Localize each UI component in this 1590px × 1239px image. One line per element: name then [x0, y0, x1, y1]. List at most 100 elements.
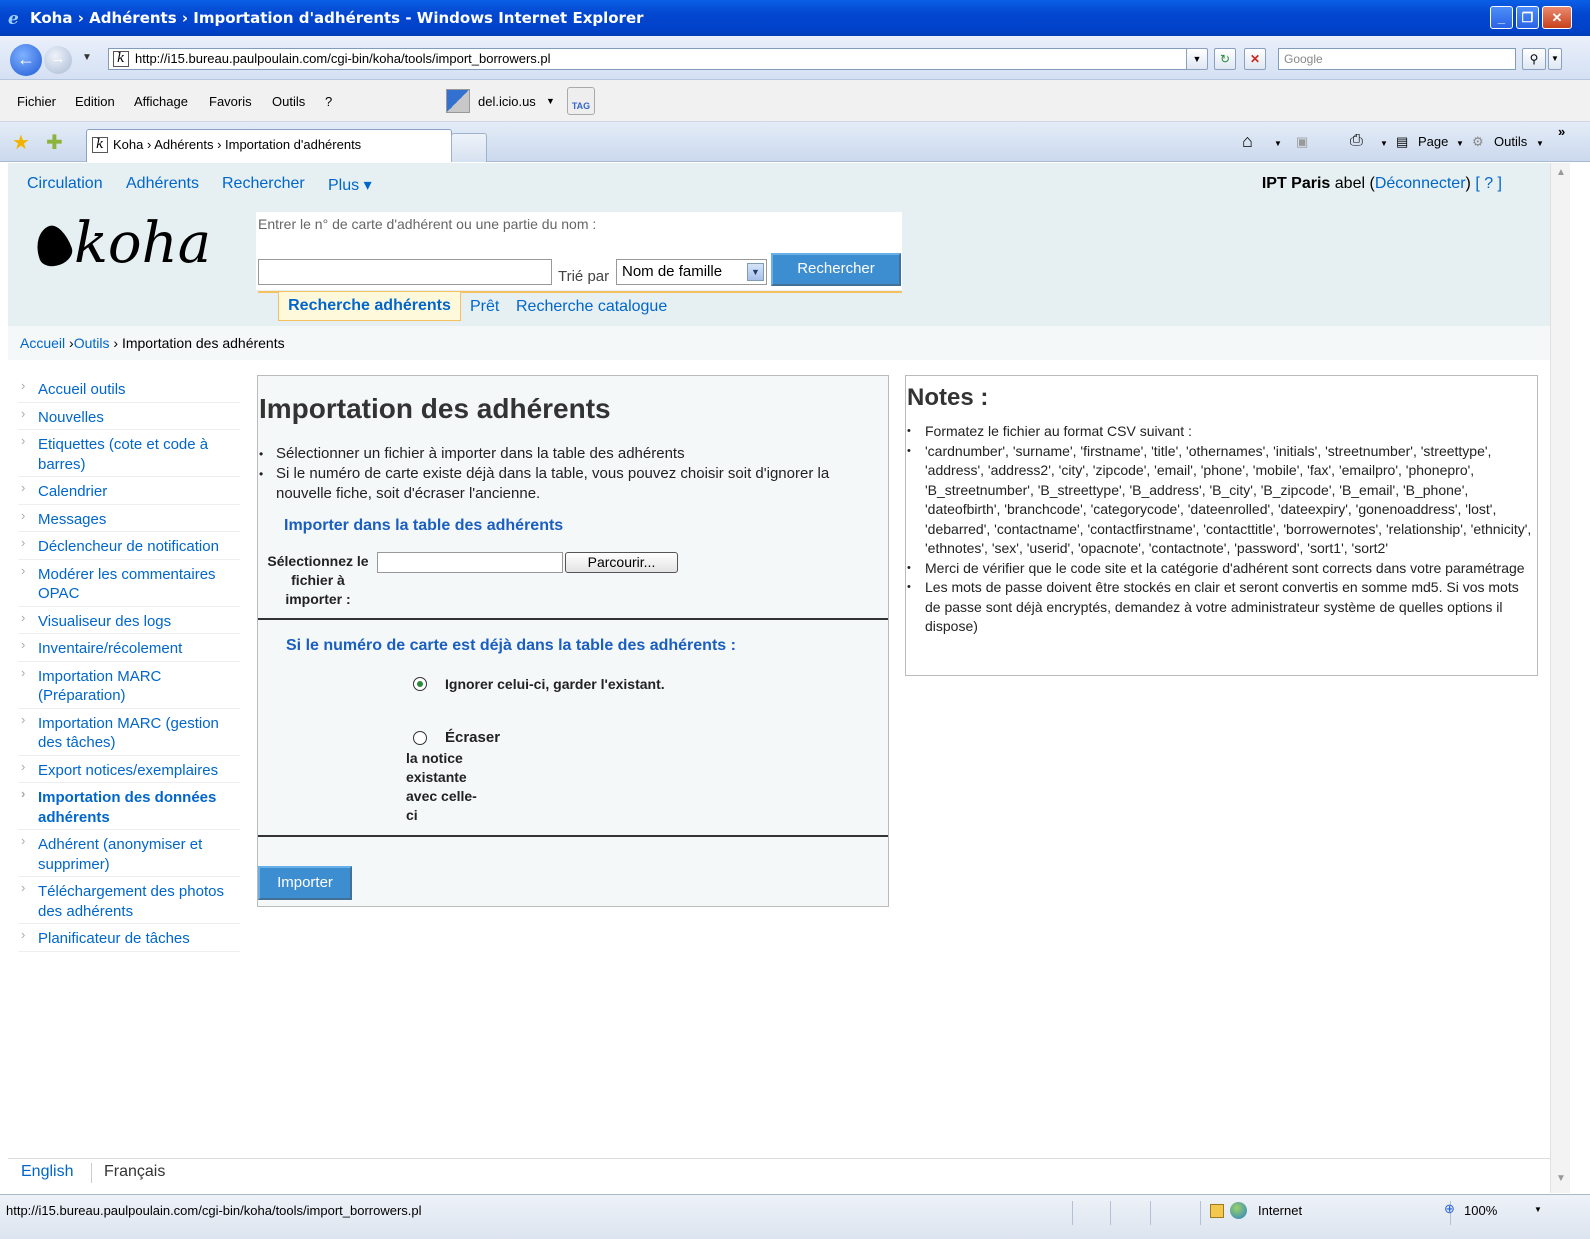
home-dropdown-icon[interactable]: ▼ — [1274, 139, 1282, 148]
tab-koha[interactable]: k Koha › Adhérents › Importation d'adhér… — [86, 129, 452, 162]
star-icon[interactable]: ★ — [12, 130, 30, 155]
instruction-item: Si le numéro de carte existe déjà dans l… — [259, 464, 879, 504]
stop-icon[interactable]: ✕ — [1244, 48, 1266, 70]
tab-recherche-adherents[interactable]: Recherche adhérents — [278, 292, 461, 321]
file-input[interactable] — [377, 552, 563, 573]
address-toolbar: ← → ▼ k http://i15.bureau.paulpoulain.co… — [0, 36, 1590, 80]
ignore-radio-label[interactable]: Ignorer celui-ci, garder l'existant. — [445, 676, 665, 692]
menu-edition[interactable]: Edition — [75, 94, 115, 109]
url-field[interactable]: k http://i15.bureau.paulpoulain.com/cgi-… — [108, 48, 1205, 70]
minimize-button[interactable]: _ — [1490, 6, 1513, 29]
print-dropdown-icon[interactable]: ▼ — [1380, 139, 1388, 148]
nav-adherents[interactable]: Adhérents — [126, 175, 199, 193]
sidebar-item-etiquettes[interactable]: Etiquettes (cote et code à barres) — [18, 431, 240, 477]
language-footer — [8, 1158, 1550, 1194]
vertical-scrollbar[interactable]: ▲ ▼ — [1550, 163, 1570, 1193]
menu-affichage[interactable]: Affichage — [134, 94, 188, 109]
menu-outils[interactable]: Outils — [272, 94, 305, 109]
sidebar-item-messages[interactable]: Messages — [18, 506, 240, 532]
forward-button[interactable]: → — [44, 46, 72, 74]
ignore-radio[interactable] — [413, 677, 427, 691]
language-english[interactable]: English — [21, 1163, 73, 1181]
page-menu[interactable]: Page — [1418, 134, 1448, 149]
zoom-icon: ⊕ — [1444, 1201, 1455, 1216]
patron-search-input[interactable] — [258, 259, 552, 285]
maximize-button[interactable]: ❐ — [1516, 6, 1539, 29]
url-dropdown-button[interactable]: ▼ — [1186, 48, 1208, 70]
overwrite-radio-label[interactable]: Écraser — [445, 729, 500, 746]
refresh-icon[interactable]: ↻ — [1214, 48, 1236, 70]
koha-logo[interactable]: koha — [30, 211, 211, 276]
home-icon[interactable]: ⌂ — [1242, 131, 1253, 152]
breadcrumb-accueil[interactable]: Accueil — [20, 335, 65, 351]
tab-recherche-catalogue[interactable]: Recherche catalogue — [516, 298, 667, 316]
close-button[interactable]: ✕ — [1542, 6, 1572, 29]
feeds-icon[interactable]: ▣ — [1296, 134, 1308, 150]
notes-list: Formatez le fichier au format CSV suivan… — [907, 422, 1533, 637]
note-item: Merci de vérifier que le code site et la… — [907, 559, 1533, 579]
overwrite-radio[interactable] — [413, 731, 427, 745]
sidebar-item-photos[interactable]: Téléchargement des photos des adhérents — [18, 878, 240, 924]
nav-rechercher[interactable]: Rechercher — [222, 175, 305, 193]
sidebar-item-anonymiser[interactable]: Adhérent (anonymiser et supprimer) — [18, 831, 240, 877]
back-button[interactable]: ← — [10, 44, 42, 76]
nav-circulation[interactable]: Circulation — [27, 175, 103, 193]
sort-select[interactable]: Nom de famille ▼ — [616, 259, 767, 285]
sidebar-item-logs[interactable]: Visualiseur des logs — [18, 608, 240, 634]
sidebar-item-accueil-outils[interactable]: Accueil outils — [18, 376, 240, 403]
instruction-item: Sélectionner un fichier à importer dans … — [259, 444, 879, 464]
note-item: Formatez le fichier au format CSV suivan… — [907, 422, 1533, 442]
duplicate-fieldset-border — [258, 835, 888, 837]
help-link[interactable]: [ ? ] — [1475, 175, 1502, 192]
delicious-dropdown-icon[interactable]: ▼ — [546, 96, 555, 106]
import-button[interactable]: Importer — [258, 866, 352, 900]
tag-button[interactable]: TAG — [567, 87, 595, 115]
language-separator — [91, 1163, 92, 1183]
nav-plus[interactable]: Plus ▾ — [328, 175, 372, 195]
web-search-input[interactable]: Google — [1278, 48, 1516, 70]
print-icon[interactable]: ⎙ — [1350, 132, 1363, 150]
tools-menu[interactable]: Outils — [1494, 134, 1527, 149]
notes-title: Notes : — [907, 384, 989, 411]
page-dropdown-icon[interactable]: ▼ — [1456, 139, 1464, 148]
history-dropdown-icon[interactable]: ▼ — [82, 52, 92, 63]
sidebar-item-import-marc-preparation[interactable]: Importation MARC (Préparation) — [18, 663, 240, 709]
status-divider — [1200, 1201, 1201, 1225]
delicious-button[interactable]: del.icio.us — [478, 94, 536, 109]
scroll-up-icon[interactable]: ▲ — [1553, 167, 1569, 183]
sidebar-item-calendrier[interactable]: Calendrier — [18, 478, 240, 505]
menu-fichier[interactable]: Fichier — [17, 94, 56, 109]
forward-icon: → — [50, 50, 66, 67]
sidebar-item-moderer-commentaires[interactable]: Modérer les commentaires OPAC — [18, 561, 240, 607]
protected-mode-icon[interactable] — [1210, 1204, 1224, 1218]
scroll-down-icon[interactable]: ▼ — [1553, 1173, 1569, 1189]
zoom-level[interactable]: 100% — [1464, 1203, 1497, 1218]
window-title: Koha › Adhérents › Importation d'adhéren… — [30, 9, 644, 27]
sort-label: Trié par — [558, 268, 610, 285]
browse-button[interactable]: Parcourir... — [565, 552, 678, 573]
search-options-icon[interactable]: ▼ — [1548, 48, 1562, 70]
delicious-icon[interactable] — [446, 89, 470, 113]
tools-dropdown-icon[interactable]: ▼ — [1536, 139, 1544, 148]
sidebar-item-import-adherents[interactable]: Importation des données adhérents — [18, 784, 240, 830]
patron-search-button[interactable]: Rechercher — [771, 253, 901, 286]
zoom-dropdown-icon[interactable]: ▼ — [1534, 1205, 1542, 1214]
sidebar-item-planificateur[interactable]: Planificateur de tâches — [18, 925, 240, 952]
menu-favoris[interactable]: Favoris — [209, 94, 252, 109]
tab-pret[interactable]: Prêt — [470, 298, 499, 316]
sidebar-item-import-marc-gestion[interactable]: Importation MARC (gestion des tâches) — [18, 710, 240, 756]
breadcrumb-outils[interactable]: Outils — [74, 335, 110, 351]
url-text: http://i15.bureau.paulpoulain.com/cgi-bi… — [135, 51, 551, 66]
logout-link[interactable]: Déconnecter — [1375, 175, 1466, 192]
new-tab-button[interactable] — [451, 133, 487, 162]
sidebar-item-declencheur[interactable]: Déclencheur de notification — [18, 533, 240, 560]
menu-help[interactable]: ? — [325, 94, 332, 109]
sidebar-item-export-notices[interactable]: Export notices/exemplaires — [18, 757, 240, 783]
chevron-more-icon[interactable]: » — [1558, 124, 1565, 139]
search-icon[interactable]: ⚲ — [1522, 48, 1546, 70]
sidebar-item-nouvelles[interactable]: Nouvelles — [18, 404, 240, 430]
sidebar-item-inventaire[interactable]: Inventaire/récolement — [18, 635, 240, 662]
add-favorite-icon[interactable]: ✚ — [46, 130, 63, 155]
internet-zone-icon[interactable] — [1230, 1202, 1247, 1219]
security-zone[interactable]: Internet — [1258, 1203, 1302, 1218]
